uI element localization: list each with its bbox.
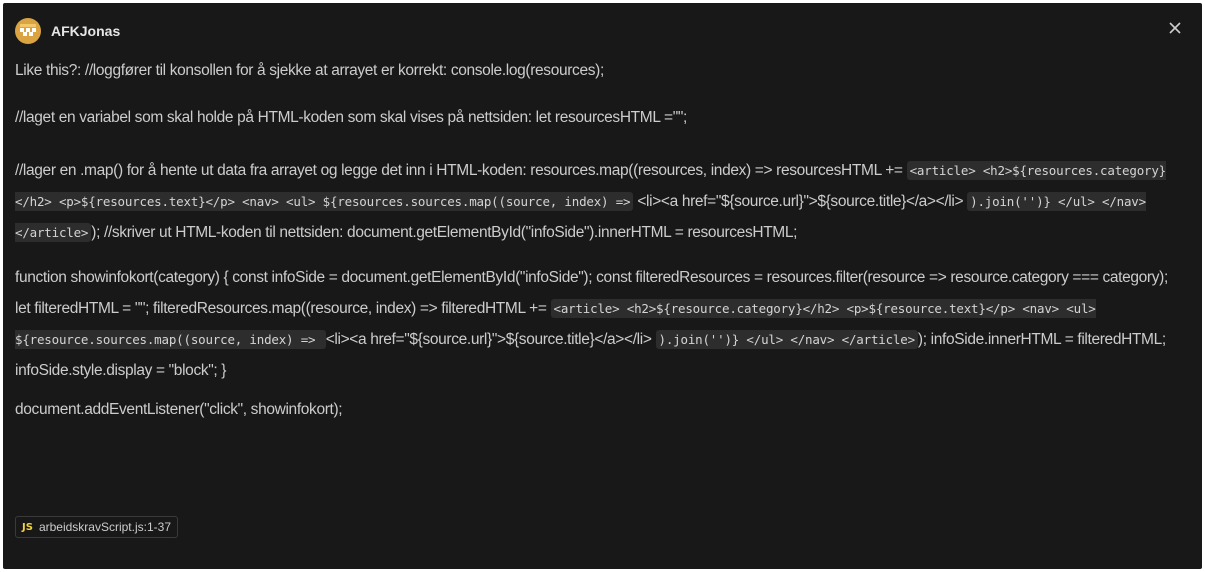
close-icon (1169, 22, 1181, 34)
file-reference-name: arbeidskravScript.js (38, 520, 144, 534)
file-reference-range: :1-37 (143, 520, 171, 534)
message-paragraph: //lager en .map() for å hente ut data fr… (15, 155, 1187, 248)
message-header: AFKJonas (15, 15, 120, 47)
paragraph-text: //lager en .map() for å hente ut data fr… (15, 162, 907, 179)
chat-message-panel: AFKJonas Like this?: //loggfører til kon… (3, 3, 1202, 569)
paragraph-text: //laget en variabel som skal holde på HT… (15, 109, 687, 126)
message-paragraph: document.addEventListener("click", showi… (15, 400, 1187, 420)
paragraph-text: ); //skriver ut HTML-koden til nettsiden… (91, 224, 798, 241)
file-reference-chip[interactable]: JS arbeidskravScript.js:1-37 (15, 516, 178, 538)
paragraph-text: <li><a href="${source.url}">${source.tit… (633, 193, 968, 210)
javascript-file-icon: JS (22, 521, 33, 533)
close-button[interactable] (1164, 17, 1186, 39)
paragraph-text: <li><a href="${source.url}">${source.tit… (325, 331, 656, 348)
message-paragraph: function showinfokort(category) { const … (15, 262, 1187, 386)
paragraph-text: Like this?: //loggfører til konsollen fo… (15, 62, 604, 79)
message-body: Like this?: //loggfører til konsollen fo… (15, 61, 1187, 447)
avatar-icon (15, 18, 41, 44)
paragraph-text: document.addEventListener("click", showi… (15, 401, 343, 418)
inline-code: ).join('')} </ul> </nav> </article> (655, 330, 918, 349)
message-paragraph: Like this?: //loggfører til konsollen fo… (15, 61, 1187, 81)
message-paragraph: //laget en variabel som skal holde på HT… (15, 108, 1187, 128)
message-author: AFKJonas (51, 23, 121, 39)
